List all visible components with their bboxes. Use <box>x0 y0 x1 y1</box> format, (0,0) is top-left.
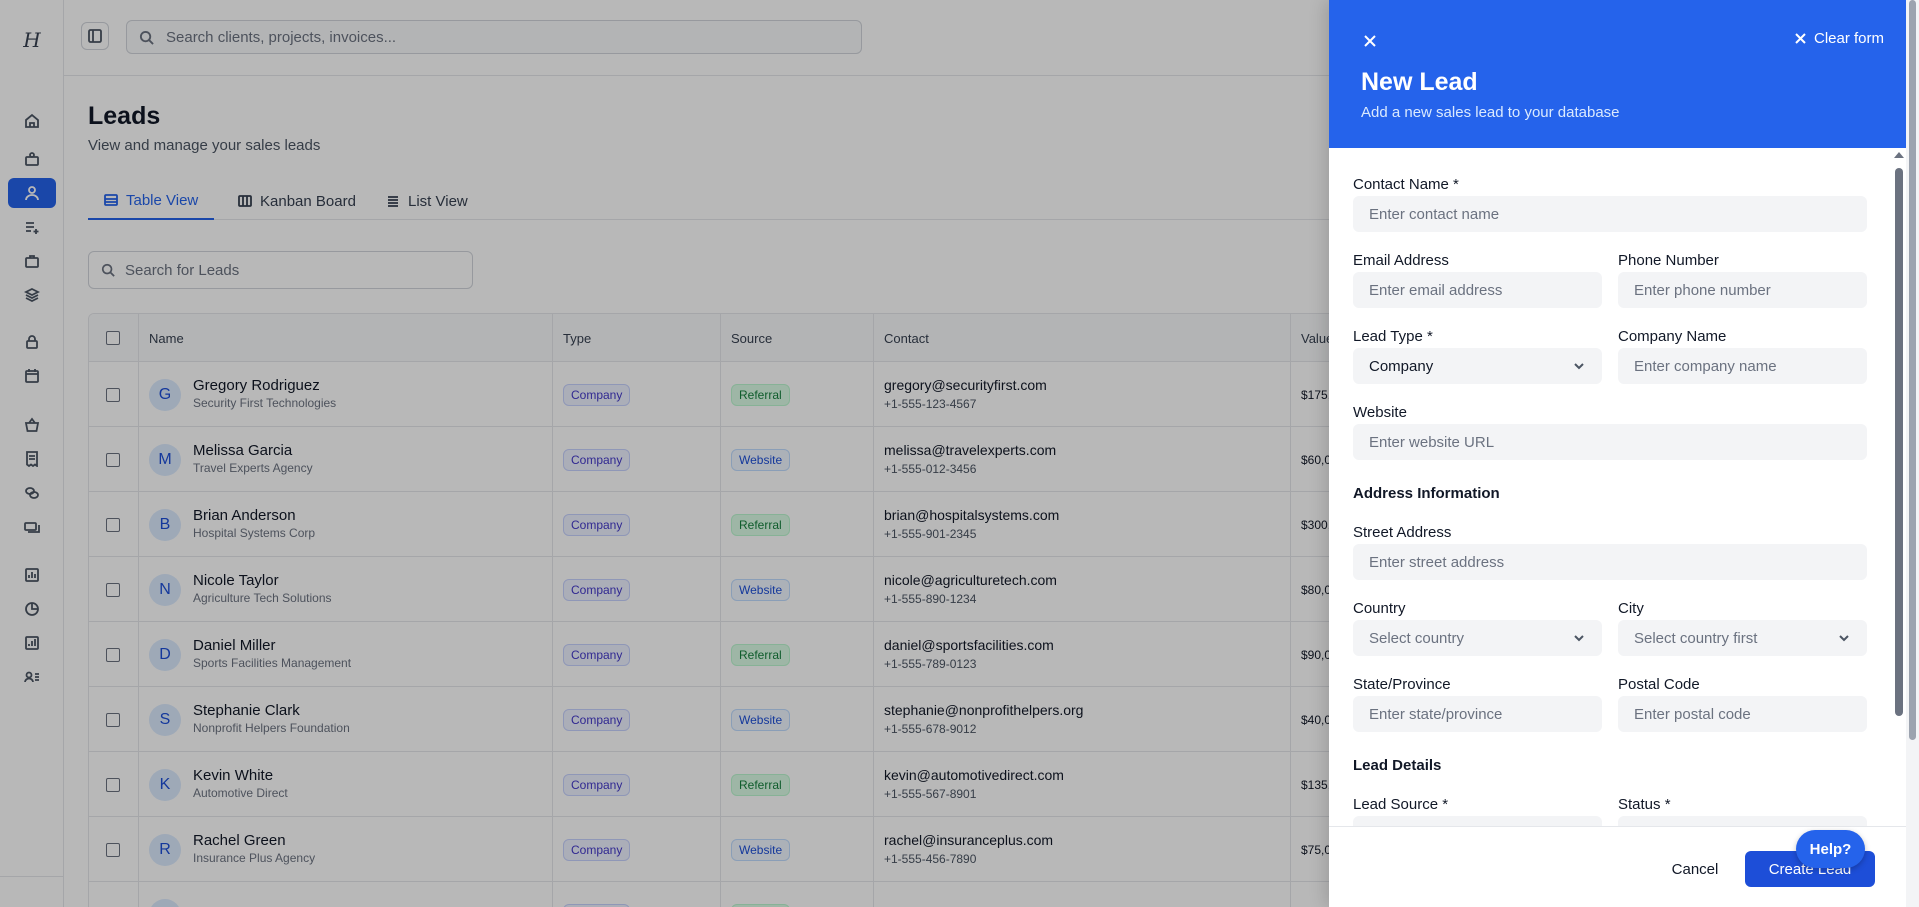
website-input[interactable]: Enter website URL <box>1353 424 1867 460</box>
drawer-subtitle: Add a new sales lead to your database <box>1361 104 1620 121</box>
postal-input[interactable]: Enter postal code <box>1618 696 1867 732</box>
phone-placeholder: Enter phone number <box>1634 281 1771 299</box>
status-label: Status * <box>1618 796 1671 813</box>
lead-type-value: Company <box>1369 357 1434 375</box>
country-select[interactable]: Select country <box>1353 620 1602 656</box>
state-input[interactable]: Enter state/province <box>1353 696 1602 732</box>
phone-input[interactable]: Enter phone number <box>1618 272 1867 308</box>
company-name-input[interactable]: Enter company name <box>1618 348 1867 384</box>
page-scrollbar[interactable] <box>1906 0 1919 907</box>
state-placeholder: Enter state/province <box>1369 705 1503 723</box>
lead-type-select[interactable]: Company <box>1353 348 1602 384</box>
company-name-label: Company Name <box>1618 328 1727 345</box>
company-name-placeholder: Enter company name <box>1634 357 1777 375</box>
clear-form-button[interactable]: Clear form <box>1794 30 1884 47</box>
city-value: Select country first <box>1634 629 1758 647</box>
lead-source-label: Lead Source * <box>1353 796 1449 813</box>
address-section-heading: Address Information <box>1353 485 1500 502</box>
help-button[interactable]: Help? <box>1796 830 1865 868</box>
chevron-down-icon <box>1574 635 1584 642</box>
drawer-header: Clear form New Lead Add a new sales lead… <box>1329 0 1906 148</box>
phone-label: Phone Number <box>1618 252 1719 269</box>
close-icon <box>1795 33 1806 44</box>
contact-name-label: Contact Name * <box>1353 176 1459 193</box>
scroll-up-arrow[interactable] <box>1894 152 1904 158</box>
street-label: Street Address <box>1353 524 1452 541</box>
lead-source-select[interactable] <box>1353 816 1602 826</box>
website-label: Website <box>1353 404 1407 421</box>
page-scrollbar-thumb[interactable] <box>1909 0 1916 740</box>
lead-type-label: Lead Type * <box>1353 328 1433 345</box>
country-value: Select country <box>1369 629 1465 647</box>
lead-details-section-heading: Lead Details <box>1353 757 1442 774</box>
email-label: Email Address <box>1353 252 1449 269</box>
contact-name-input[interactable]: Enter contact name <box>1353 196 1867 232</box>
clear-form-label: Clear form <box>1813 30 1884 47</box>
email-placeholder: Enter email address <box>1369 281 1503 299</box>
new-lead-drawer: Clear form New Lead Add a new sales lead… <box>1329 0 1906 907</box>
street-input[interactable]: Enter street address <box>1353 544 1867 580</box>
drawer-title: New Lead <box>1361 68 1478 96</box>
email-input[interactable]: Enter email address <box>1353 272 1602 308</box>
postal-label: Postal Code <box>1618 676 1700 693</box>
city-label: City <box>1618 600 1644 617</box>
drawer-scrollbar-thumb[interactable] <box>1895 168 1903 716</box>
chevron-down-icon <box>1574 363 1584 370</box>
country-label: Country <box>1353 600 1406 617</box>
cancel-button[interactable]: Cancel <box>1655 851 1735 887</box>
status-select[interactable] <box>1618 816 1867 826</box>
contact-name-placeholder: Enter contact name <box>1369 205 1500 223</box>
street-placeholder: Enter street address <box>1369 553 1505 571</box>
city-select[interactable]: Select country first <box>1618 620 1867 656</box>
close-drawer-button[interactable] <box>1361 32 1379 50</box>
postal-placeholder: Enter postal code <box>1634 705 1751 723</box>
website-placeholder: Enter website URL <box>1369 433 1495 451</box>
close-icon <box>1364 35 1376 47</box>
drawer-form: Contact Name * Enter contact name Email … <box>1329 148 1906 826</box>
state-label: State/Province <box>1353 676 1451 693</box>
chevron-down-icon <box>1839 635 1849 642</box>
